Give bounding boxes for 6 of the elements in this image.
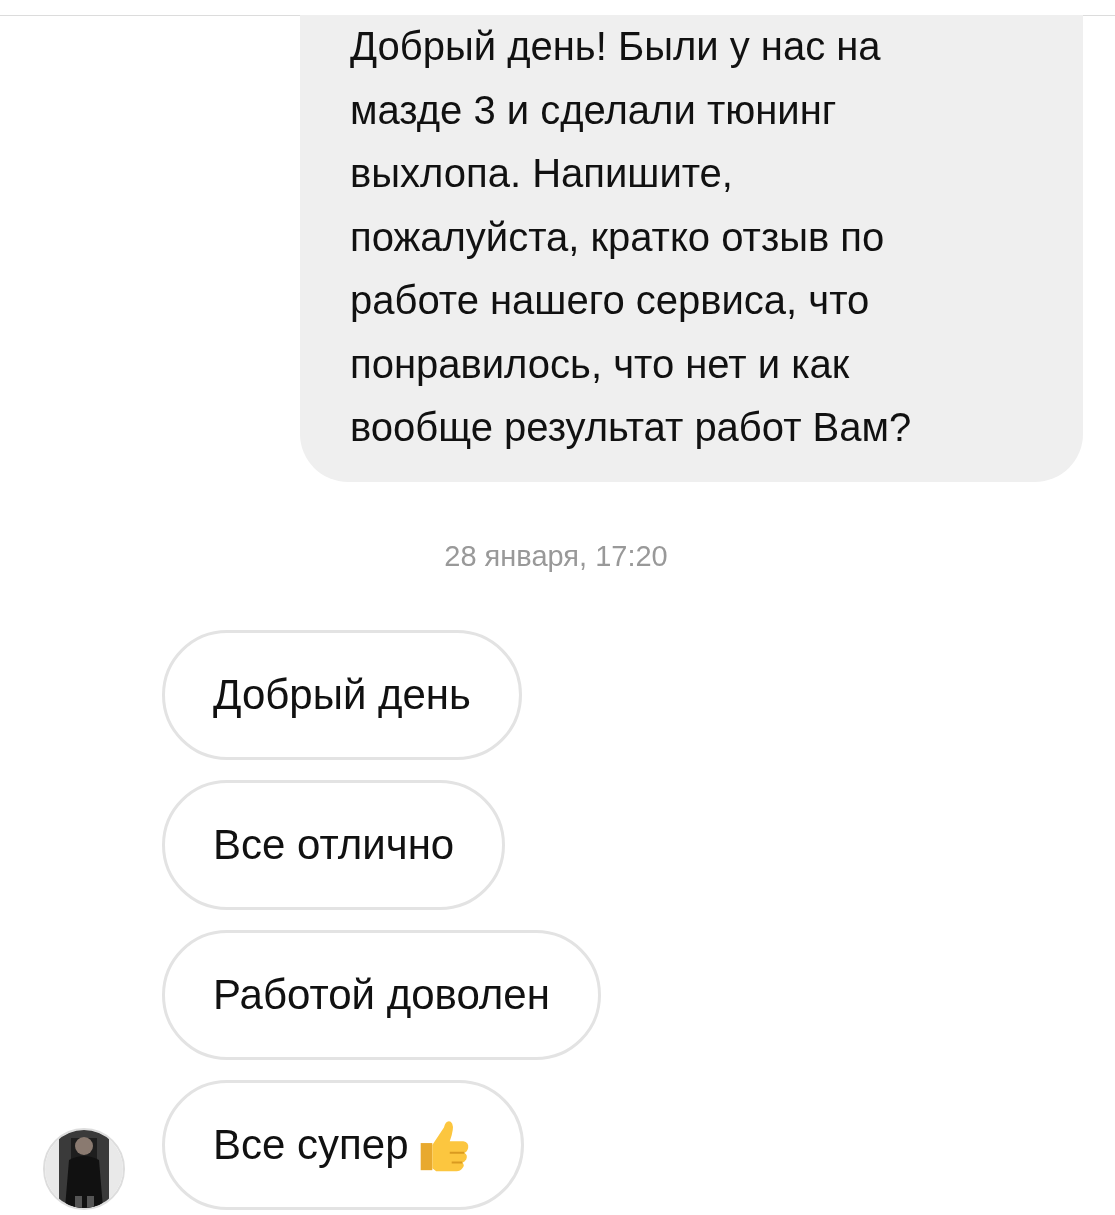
message-text: Добрый день (213, 670, 471, 719)
message-text: Все отлично (213, 820, 455, 869)
date-label: 28 января, 17:20 (444, 539, 669, 572)
message-text: Добрый день! Были у нас на мазде 3 и сделали тюнинг выхлопа. Напишите, пожалуйста, кратко отзыв по работе нашего сервиса, что понравилось, что нет и как вообще результат работ Вам? (350, 23, 913, 451)
message-text: Все супер (213, 1120, 409, 1169)
message-text: Работой доволен (213, 970, 550, 1019)
